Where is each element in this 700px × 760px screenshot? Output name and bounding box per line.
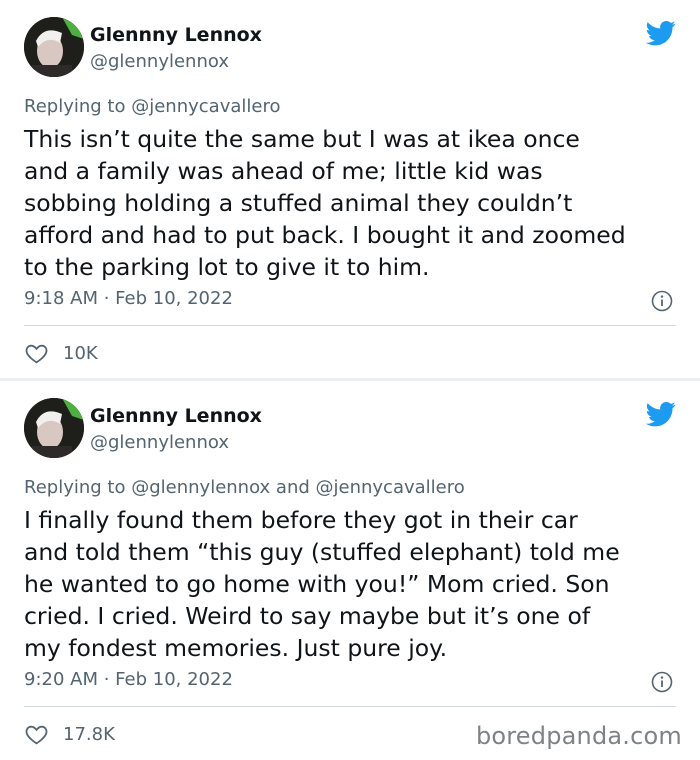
avatar[interactable] xyxy=(24,398,84,458)
tweet-text-line: cried. I cried. Weird to say maybe but i… xyxy=(24,602,591,630)
divider xyxy=(24,706,676,707)
like-count: 17.8K xyxy=(63,723,115,745)
tweet-timestamp[interactable]: 9:20 AM · Feb 10, 2022 xyxy=(24,669,233,691)
avatar[interactable] xyxy=(24,17,84,77)
like-count: 10K xyxy=(63,342,98,364)
replying-to: Replying to @glennylennox and @jennycava… xyxy=(24,477,465,499)
info-icon[interactable] xyxy=(651,290,673,312)
divider xyxy=(24,325,676,326)
author-name[interactable]: Glennny Lennox xyxy=(90,24,262,46)
replying-mentions[interactable]: @jennycavallero xyxy=(131,96,280,117)
twitter-bird-icon[interactable] xyxy=(644,18,678,48)
tweet-text: This isn’t quite the same but I was at i… xyxy=(24,123,684,283)
tweet-text-line: and told them “this guy (stuffed elephan… xyxy=(24,538,620,566)
tweet-text-line: my fondest memories. Just pure joy. xyxy=(24,634,448,662)
heart-icon xyxy=(25,344,48,363)
replying-mentions[interactable]: @glennylennox and @jennycavallero xyxy=(131,477,465,498)
tweet-text-line: I finally found them before they got in … xyxy=(24,506,578,534)
replying-prefix: Replying to xyxy=(24,96,126,117)
like-button[interactable]: 10K xyxy=(24,340,98,366)
like-button[interactable]: 17.8K xyxy=(24,721,115,747)
tweet-text-line: This isn’t quite the same but I was at i… xyxy=(24,125,580,153)
tweet-text-line: and a family was ahead of me; little kid… xyxy=(24,157,543,185)
tweet-card: Glennny Lennox @glennylennox Replying to… xyxy=(0,381,700,760)
replying-to: Replying to @jennycavallero xyxy=(24,96,280,118)
tweet-card: Glennny Lennox @glennylennox Replying to… xyxy=(0,0,700,378)
author-handle[interactable]: @glennylennox xyxy=(90,52,229,72)
tweet-text-line: sobbing holding a stuffed animal they co… xyxy=(24,189,573,217)
info-icon[interactable] xyxy=(651,671,673,693)
author-name[interactable]: Glennny Lennox xyxy=(90,405,262,427)
replying-prefix: Replying to xyxy=(24,477,126,498)
tweet-text-line: he wanted to go home with you!” Mom crie… xyxy=(24,570,610,598)
heart-icon xyxy=(25,725,48,744)
tweet-text-line: to the parking lot to give it to him. xyxy=(24,253,430,281)
tweet-text-line: afford and had to put back. I bought it … xyxy=(24,221,626,249)
author-handle[interactable]: @glennylennox xyxy=(90,433,229,453)
twitter-bird-icon[interactable] xyxy=(644,399,678,429)
tweet-text: I finally found them before they got in … xyxy=(24,504,684,664)
tweet-timestamp[interactable]: 9:18 AM · Feb 10, 2022 xyxy=(24,288,233,310)
watermark: boredpanda.com xyxy=(475,722,682,750)
